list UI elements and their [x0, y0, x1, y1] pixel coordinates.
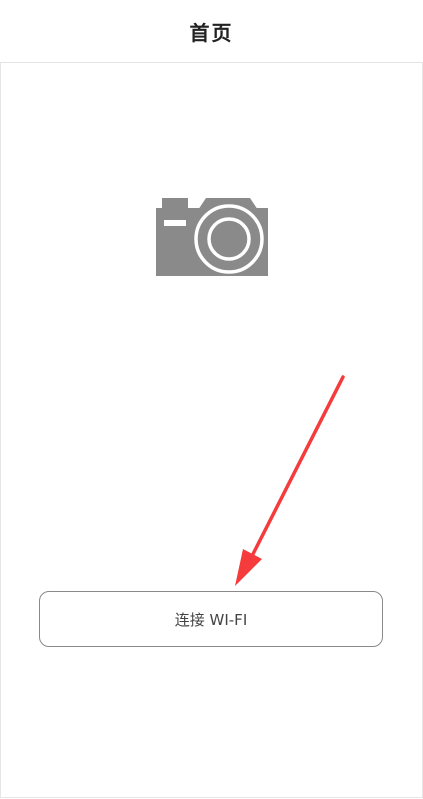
connect-wifi-button[interactable]: 连接 WI-FI: [39, 591, 383, 647]
connect-wifi-label: 连接 WI-FI: [174, 610, 248, 629]
top-nav-bar: 首页: [0, 0, 423, 63]
camera-icon: [156, 196, 268, 278]
app-frame: [0, 0, 423, 798]
page-title: 首页: [189, 20, 234, 45]
